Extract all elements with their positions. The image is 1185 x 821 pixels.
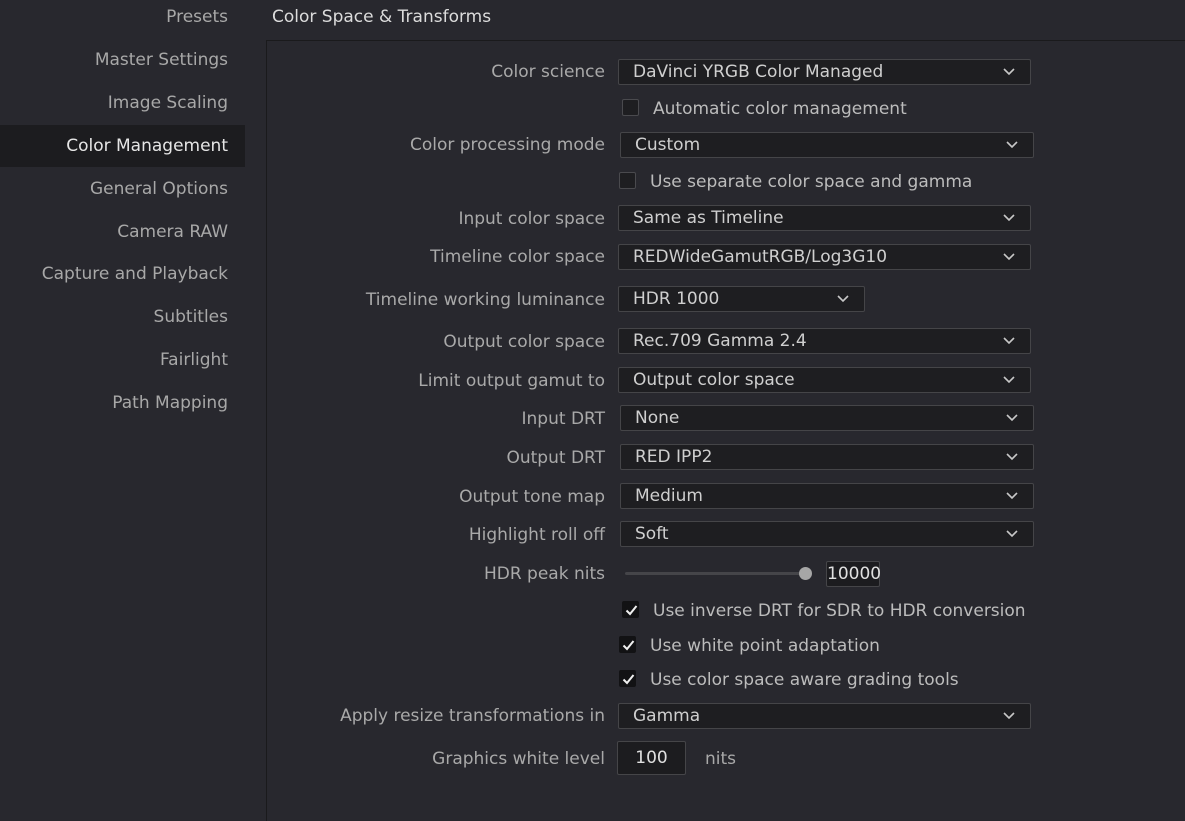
chevron-down-icon — [1003, 253, 1015, 261]
limit-output-gamut-label: Limit output gamut to — [418, 371, 605, 391]
checkbox-box — [622, 601, 639, 618]
color-science-label: Color science — [491, 62, 605, 82]
output-color-space-value: Rec.709 Gamma 2.4 — [633, 331, 807, 351]
sidebar-item-presets[interactable]: Presets — [0, 0, 245, 38]
sidebar-item-subtitles[interactable]: Subtitles — [0, 296, 245, 338]
checkmark-icon — [625, 605, 638, 616]
white-point-adaptation-label: Use white point adaptation — [650, 636, 880, 656]
color-processing-mode-value: Custom — [635, 135, 701, 155]
checkmark-icon — [622, 640, 635, 651]
checkmark-icon — [622, 674, 635, 685]
highlight-roll-off-value: Soft — [635, 524, 669, 544]
highlight-roll-off-dropdown[interactable]: Soft — [620, 521, 1034, 547]
output-tone-map-dropdown[interactable]: Medium — [620, 483, 1034, 509]
timeline-working-luminance-dropdown[interactable]: HDR 1000 — [618, 286, 865, 312]
limit-output-gamut-value: Output color space — [633, 370, 795, 390]
sidebar-item-capture-playback[interactable]: Capture and Playback — [0, 253, 245, 295]
chevron-down-icon — [1006, 530, 1018, 538]
color-science-dropdown[interactable]: DaVinci YRGB Color Managed — [618, 59, 1031, 85]
chevron-down-icon — [1003, 712, 1015, 720]
color-space-aware-tools-label: Use color space aware grading tools — [650, 670, 959, 690]
checkbox-box — [619, 636, 636, 653]
section-title: Color Space & Transforms — [272, 7, 492, 27]
hdr-peak-nits-slider-track[interactable] — [625, 572, 808, 575]
chevron-down-icon — [1006, 453, 1018, 461]
output-color-space-dropdown[interactable]: Rec.709 Gamma 2.4 — [618, 328, 1031, 354]
chevron-down-icon — [1003, 376, 1015, 384]
output-drt-label: Output DRT — [506, 448, 605, 468]
chevron-down-icon — [1003, 337, 1015, 345]
limit-output-gamut-dropdown[interactable]: Output color space — [618, 367, 1031, 393]
automatic-color-management-checkbox[interactable]: Automatic color management — [622, 97, 942, 121]
checkbox-box — [622, 99, 639, 116]
color-processing-mode-label: Color processing mode — [409, 135, 605, 155]
chevron-down-icon — [1003, 214, 1015, 222]
sidebar-item-general-options[interactable]: General Options — [0, 168, 245, 210]
input-drt-label: Input DRT — [521, 409, 605, 429]
timeline-working-luminance-value: HDR 1000 — [633, 289, 720, 309]
separate-color-space-gamma-label: Use separate color space and gamma — [650, 172, 973, 192]
color-processing-mode-dropdown[interactable]: Custom — [620, 132, 1034, 158]
input-drt-dropdown[interactable]: None — [620, 405, 1034, 431]
timeline-working-luminance-label: Timeline working luminance — [365, 290, 605, 310]
timeline-color-space-value: REDWideGamutRGB/Log3G10 — [633, 247, 888, 267]
checkbox-box — [619, 670, 636, 687]
chevron-down-icon — [1006, 141, 1018, 149]
sidebar-item-path-mapping[interactable]: Path Mapping — [0, 382, 245, 424]
inverse-drt-label: Use inverse DRT for SDR to HDR conversio… — [653, 601, 1026, 621]
graphics-white-level-label: Graphics white level — [432, 749, 605, 769]
output-drt-value: RED IPP2 — [635, 447, 713, 467]
sidebar-item-master-settings[interactable]: Master Settings — [0, 39, 245, 81]
timeline-color-space-dropdown[interactable]: REDWideGamutRGB/Log3G10 — [618, 244, 1031, 270]
chevron-down-icon — [1006, 492, 1018, 500]
graphics-white-level-unit: nits — [705, 749, 737, 769]
output-tone-map-label: Output tone map — [459, 487, 605, 507]
color-science-value: DaVinci YRGB Color Managed — [633, 62, 884, 82]
sidebar-item-image-scaling[interactable]: Image Scaling — [0, 82, 245, 124]
white-point-adaptation-checkbox[interactable]: Use white point adaptation — [619, 634, 919, 658]
chevron-down-icon — [1006, 414, 1018, 422]
graphics-white-level-input[interactable]: 100 — [617, 741, 686, 775]
sidebar-item-camera-raw[interactable]: Camera RAW — [0, 211, 245, 253]
sidebar: Presets Master Settings Image Scaling Co… — [0, 0, 245, 800]
output-color-space-label: Output color space — [443, 332, 605, 352]
highlight-roll-off-label: Highlight roll off — [468, 525, 605, 545]
color-space-aware-tools-checkbox[interactable]: Use color space aware grading tools — [619, 668, 979, 692]
checkbox-box — [619, 172, 636, 189]
chevron-down-icon — [1003, 68, 1015, 76]
timeline-color-space-label: Timeline color space — [430, 247, 605, 267]
output-tone-map-value: Medium — [635, 486, 703, 506]
inverse-drt-checkbox[interactable]: Use inverse DRT for SDR to HDR conversio… — [622, 599, 1026, 623]
hdr-peak-nits-label: HDR peak nits — [483, 564, 605, 584]
resize-transformations-label: Apply resize transformations in — [340, 706, 605, 726]
sidebar-item-fairlight[interactable]: Fairlight — [0, 339, 245, 381]
resize-transformations-dropdown[interactable]: Gamma — [618, 703, 1031, 729]
separate-color-space-gamma-checkbox[interactable]: Use separate color space and gamma — [619, 170, 979, 194]
input-color-space-dropdown[interactable]: Same as Timeline — [618, 205, 1031, 231]
input-color-space-label: Input color space — [458, 209, 605, 229]
automatic-color-management-label: Automatic color management — [653, 99, 907, 119]
hdr-peak-nits-input[interactable]: 10000 — [826, 561, 881, 587]
input-drt-value: None — [635, 408, 680, 428]
chevron-down-icon — [837, 295, 849, 303]
input-color-space-value: Same as Timeline — [633, 208, 784, 228]
resize-transformations-value: Gamma — [633, 706, 701, 726]
hdr-peak-nits-slider-handle[interactable] — [799, 567, 812, 580]
output-drt-dropdown[interactable]: RED IPP2 — [620, 444, 1034, 470]
sidebar-item-color-management[interactable]: Color Management — [0, 125, 245, 167]
